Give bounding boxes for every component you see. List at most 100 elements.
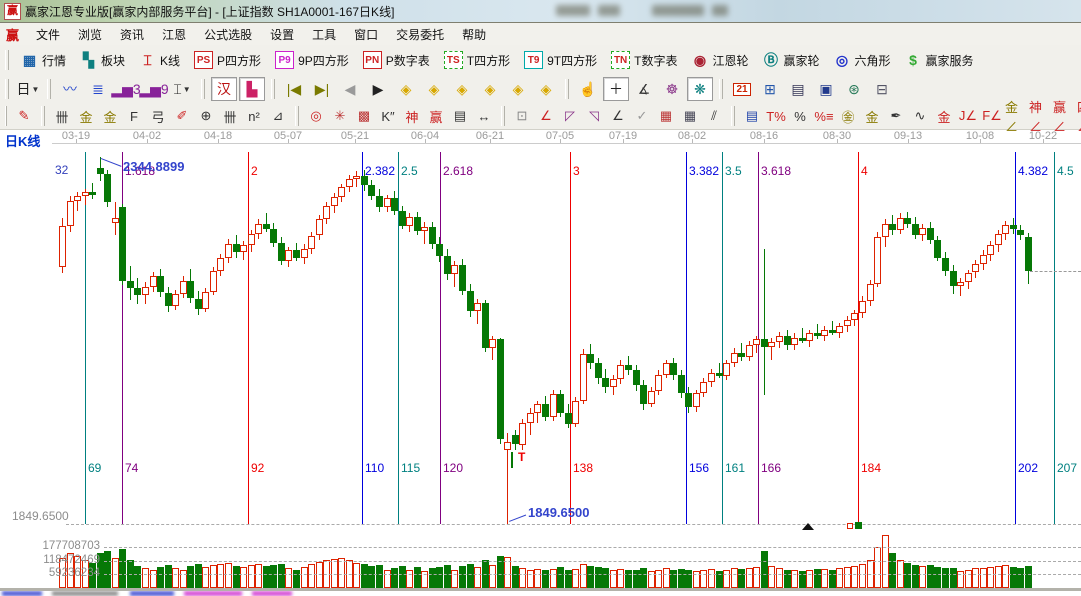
gann-count-label: 202 [1018,461,1038,475]
candle-body [806,333,813,340]
volume-bar [1025,566,1032,588]
candle-body [640,385,647,404]
volume-bar [927,565,934,588]
candle-body [399,211,406,226]
candle-body [897,218,904,230]
candle-body [278,243,285,261]
volume-bar [731,568,738,588]
candle-body [972,264,979,273]
candle-body [602,378,609,388]
candle-body [195,299,202,309]
volume-bar [587,566,594,588]
volume-bar [806,570,813,589]
volume-bar [557,567,564,588]
volume-bar [429,568,436,588]
gann-vertical-line [858,152,859,524]
candle-body [814,333,821,336]
candle-body [112,218,119,222]
gann-count-label: 32 [55,163,68,177]
candle-body [836,326,843,333]
status-text-blur [2,591,42,596]
candle-body [504,442,511,450]
volume-bar [195,564,202,588]
candle-body [255,224,262,234]
volume-bar [399,566,406,588]
gann-count-label: 110 [365,461,384,475]
volume-bar [376,565,383,588]
candle-body [829,330,836,333]
status-text-blur [52,591,118,596]
gann-ratio-label: 4 [861,164,868,178]
gann-vertical-line [1054,152,1055,524]
volume-bar [889,553,896,588]
candle-body [1025,237,1032,271]
candle-body [233,244,240,253]
volume-bar [821,569,828,588]
t-marker-label: T [518,450,525,464]
status-text-blur [130,591,174,596]
candle-body [519,423,526,445]
volume-bar [972,568,979,588]
candle-body [421,227,428,231]
candle-body [874,237,881,284]
candle-body [142,287,149,296]
volume-bar [285,568,292,588]
volume-bar [829,570,836,589]
candle-body [459,265,466,291]
gann-ratio-label: 2.618 [443,164,473,178]
volume-bar [957,571,964,588]
gann-ratio-label: 4.5 [1057,164,1074,178]
volume-bar [391,568,398,588]
volume-bar [467,564,474,588]
candle-body [74,196,81,200]
candle-body [648,391,655,404]
candle-body [867,284,874,300]
volume-bar [451,570,458,589]
volume-bar [550,569,557,588]
volume-bar [421,571,428,588]
chart-canvas[interactable]: 691.618742922.3821102.51152.61812031383.… [0,0,1081,596]
candle-body [467,291,474,311]
candle-body [217,258,224,271]
candle-body [489,339,496,348]
gann-vertical-line [570,152,571,524]
candle-body [542,404,549,417]
candle-body [716,373,723,377]
candle-body [625,365,632,370]
volume-bar [784,570,791,589]
candle-body [104,174,111,202]
candle-body [565,413,572,424]
candle-body [685,393,692,408]
volume-bar [814,569,821,588]
volume-bar [406,570,413,589]
volume-bar [965,570,972,589]
candle-body [301,249,308,258]
candle-body [708,373,715,383]
candle-body [482,303,489,348]
support-price-label: 1849.6500 [12,509,69,523]
volume-bar [542,570,549,588]
gann-count-label: 161 [725,461,745,475]
volume-bar [233,566,240,588]
candle-body [429,227,436,245]
candle-body [353,176,360,179]
candle-body [912,224,919,236]
volume-bar [761,551,768,588]
volume-axis-label: 177708703 [6,540,100,552]
candle-body [414,217,421,231]
volume-bar [836,568,843,588]
candle-body [534,404,541,413]
volume-bar [119,549,126,588]
volume-bar [527,570,534,589]
gann-count-label: 138 [573,461,593,475]
gann-vertical-line [686,152,687,524]
gann-vertical-line [722,152,723,524]
candle-body [889,224,896,229]
candle-body [595,363,602,378]
candle-body [210,271,217,292]
volume-bar [519,568,526,588]
volume-bar [459,566,466,588]
candle-body [134,288,141,295]
gann-vertical-line [85,152,86,524]
candle-wick [266,213,267,232]
